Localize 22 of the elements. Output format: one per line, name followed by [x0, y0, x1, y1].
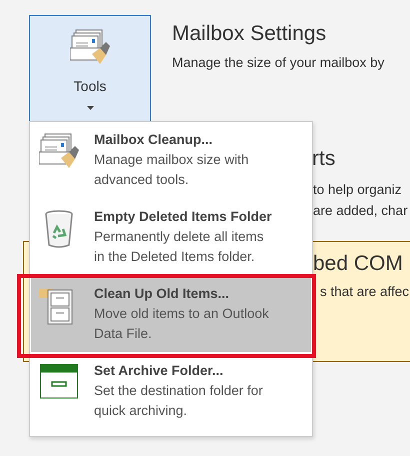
tools-button[interactable]: Tools	[29, 15, 151, 122]
menu-item-title: Empty Deleted Items Folder	[94, 208, 273, 226]
notice-text: s that are affec	[320, 284, 410, 299]
menu-item[interactable]: Set Archive Folder... Set the destination folder for quick archiving.	[31, 355, 311, 429]
menu-item-description: Manage mailbox size with advanced tools.	[94, 151, 250, 189]
section-description: are added, char	[313, 202, 409, 220]
menu-item-description: Move old items to an Outlook Data File.	[94, 305, 270, 343]
section-description: Manage the size of your mailbox by	[172, 55, 384, 70]
menu-item-description: Permanently delete all items in the Deleted Items folder.	[94, 228, 265, 266]
archive-box-icon	[39, 363, 79, 399]
section-title: rts	[312, 147, 336, 171]
menu-item[interactable]: Mailbox Cleanup... Manage mailbox size with advanced tools.	[31, 124, 311, 198]
menu-item[interactable]: Clean Up Old Items... Move old items to an Outlook Data File.	[31, 278, 311, 352]
menu-item-title: Mailbox Cleanup...	[94, 131, 214, 149]
menu-item-title: Clean Up Old Items...	[94, 285, 230, 303]
caret-icon	[86, 106, 94, 110]
notice-title: bed COM	[313, 252, 404, 276]
section-description: to help organiz	[313, 181, 403, 199]
menu-item-title: Set Archive Folder...	[94, 362, 224, 380]
section-title: Mailbox Settings	[172, 22, 328, 46]
menu-item[interactable]: Empty Deleted Items Folder Permanently delete all items in the Deleted Items folder.	[31, 201, 311, 275]
menu-item-description: Set the destination folder for quick archiving.	[94, 382, 264, 420]
